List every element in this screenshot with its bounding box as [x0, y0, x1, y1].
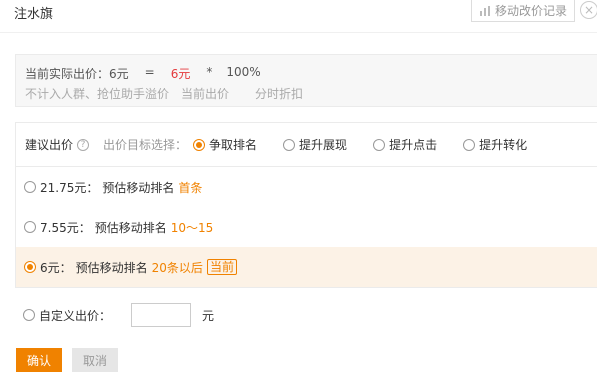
- radio-icon[interactable]: [373, 138, 386, 151]
- confirm-button[interactable]: 确认: [16, 348, 62, 372]
- bid-rank-value: 20条以后: [151, 260, 203, 275]
- actual-bid-summary: 当前实际出价：6元 = 6元 * 100% 不计入人群、抢位助手溢价 当前出价 …: [15, 54, 597, 107]
- target-option-impressions[interactable]: 提升展现: [283, 136, 347, 153]
- dialog-title: 注水旗: [14, 7, 54, 22]
- bid-rank-value: 首条: [178, 180, 203, 195]
- actual-bid-label: 当前实际出价：6元: [25, 67, 129, 81]
- current-badge: 当前: [206, 259, 237, 275]
- bid-price: 6元：: [40, 260, 72, 275]
- bid-rank-desc: 预估移动排名: [94, 220, 167, 235]
- custom-bid-input[interactable]: [131, 303, 192, 327]
- radio-icon[interactable]: [283, 138, 296, 151]
- summary-note-premium: 不计入人群、抢位助手溢价: [25, 87, 170, 101]
- target-option-label: 争取排名: [209, 138, 258, 152]
- radio-checked-icon[interactable]: [24, 261, 36, 273]
- bid-rank-desc: 预估移动排名: [75, 260, 148, 275]
- bid-price: 21.75元：: [40, 180, 99, 195]
- target-option-clicks[interactable]: 提升点击: [373, 136, 437, 153]
- header-divider: [0, 32, 597, 33]
- price-history-label: 移动改价记录: [494, 4, 567, 18]
- custom-bid-row: 自定义出价： 元: [23, 302, 214, 328]
- bid-option-row[interactable]: 7.55元： 预估移动排名 10～15: [16, 207, 597, 247]
- radio-icon[interactable]: [24, 221, 36, 233]
- current-bid-value: 6元: [170, 67, 191, 81]
- multiply-sign: *: [206, 65, 213, 79]
- close-icon[interactable]: ×: [580, 1, 597, 19]
- discount-percent: 100%: [226, 65, 261, 79]
- equals-sign: =: [144, 65, 155, 79]
- radio-checked-icon[interactable]: [193, 138, 206, 151]
- bar-chart-icon: [479, 5, 490, 16]
- bid-target-label: 出价目标选择：: [103, 138, 188, 152]
- target-option-conversion[interactable]: 提升转化: [463, 136, 527, 153]
- target-option-label: 提升点击: [389, 138, 438, 152]
- custom-bid-option[interactable]: 自定义出价：: [23, 307, 111, 324]
- suggested-bid-label: 建议出价: [25, 138, 74, 152]
- bid-option-row[interactable]: 21.75元： 预估移动排名 首条: [16, 167, 597, 207]
- bid-options-panel: 建议出价 ? 出价目标选择： 争取排名 提升展现 提升点击 提升转化 21.75…: [15, 122, 597, 288]
- custom-bid-label: 自定义出价：: [39, 308, 112, 323]
- bid-rank-value: 10～15: [170, 220, 214, 235]
- target-option-rank[interactable]: 争取排名: [193, 136, 257, 153]
- radio-icon[interactable]: [463, 138, 476, 151]
- summary-note-current: 当前出价: [181, 87, 230, 101]
- bid-rank-desc: 预估移动排名: [102, 180, 175, 195]
- target-option-label: 提升转化: [479, 138, 528, 152]
- target-option-label: 提升展现: [299, 138, 348, 152]
- summary-note-discount: 分时折扣: [255, 87, 304, 101]
- bid-option-row-selected[interactable]: 6元： 预估移动排名 20条以后 当前: [16, 247, 597, 287]
- cancel-button[interactable]: 取消: [72, 348, 118, 372]
- bid-price: 7.55元：: [40, 220, 91, 235]
- bid-target-row: 建议出价 ? 出价目标选择： 争取排名 提升展现 提升点击 提升转化: [16, 123, 597, 167]
- help-icon[interactable]: ?: [77, 138, 90, 151]
- custom-bid-unit: 元: [202, 308, 215, 323]
- radio-icon[interactable]: [24, 181, 36, 193]
- radio-icon[interactable]: [23, 309, 35, 321]
- price-history-button[interactable]: 移动改价记录: [471, 0, 575, 22]
